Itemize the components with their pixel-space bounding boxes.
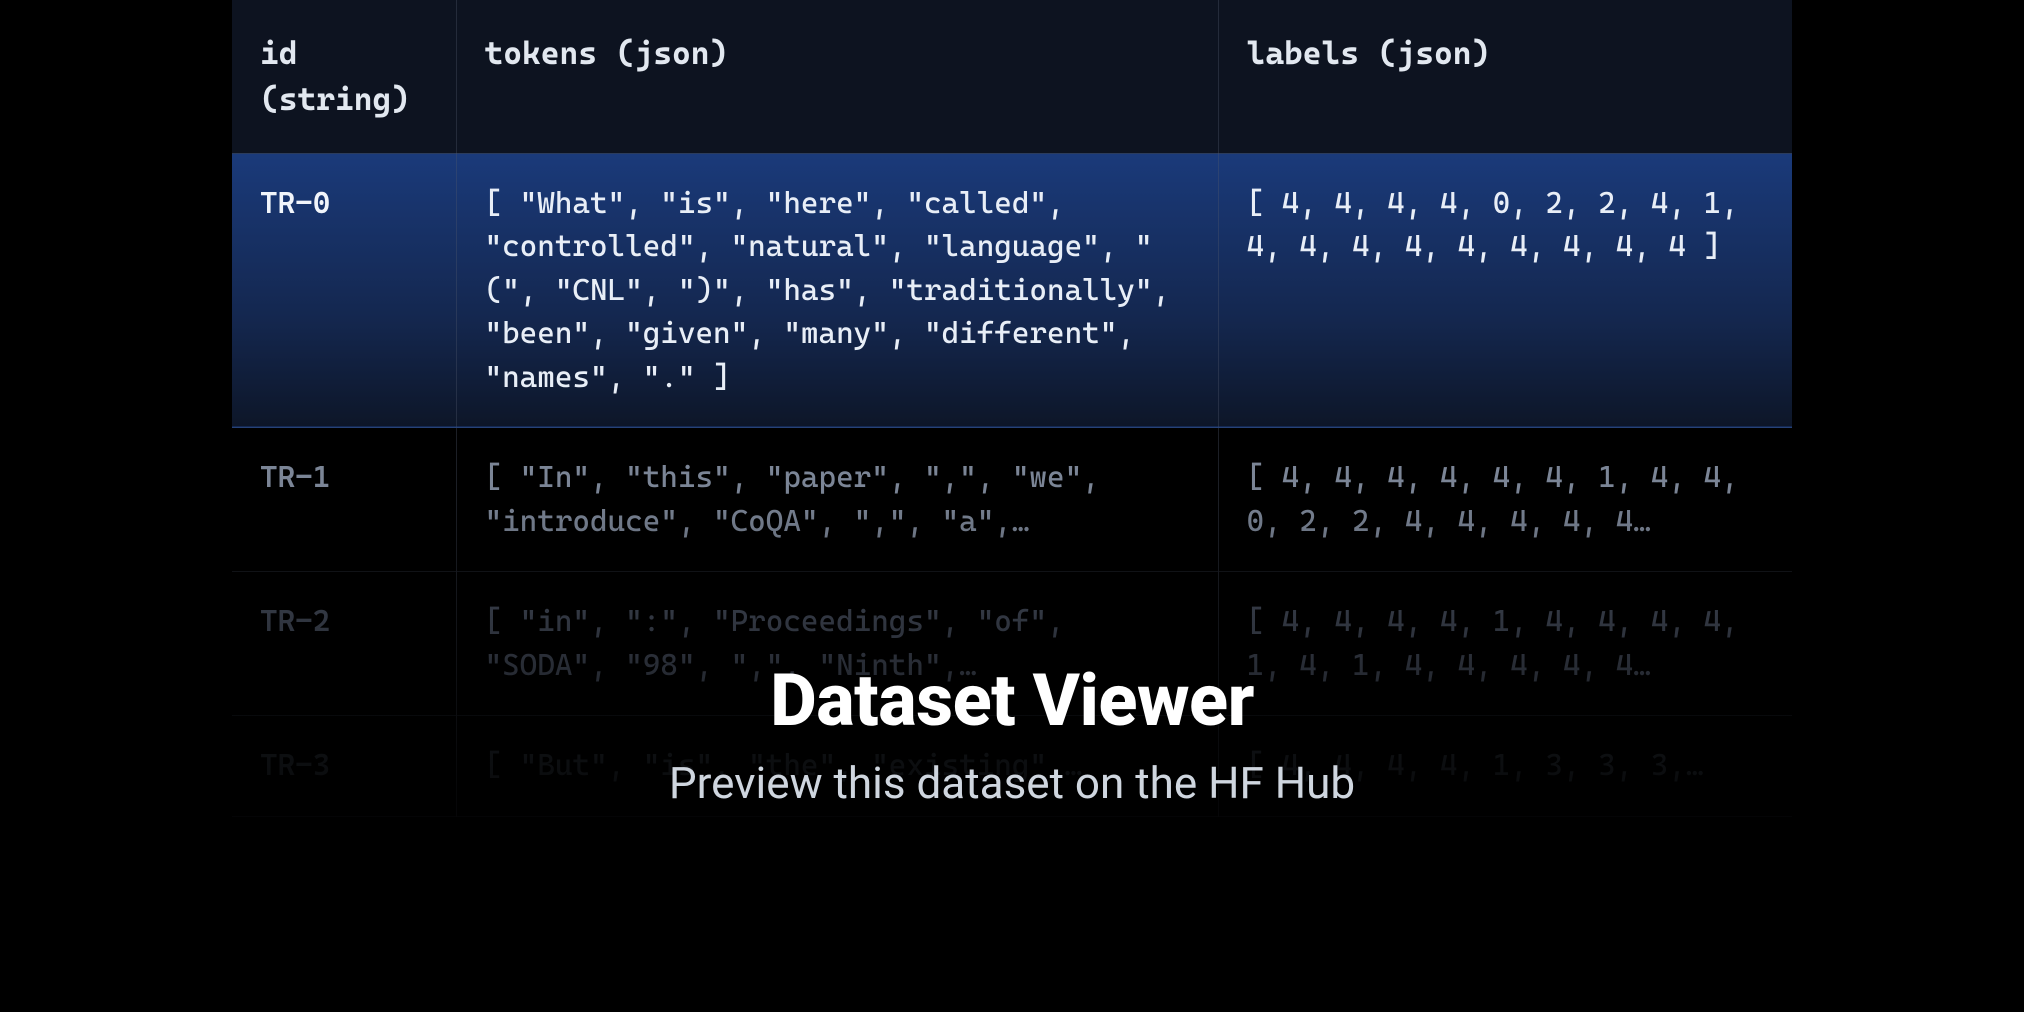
table-header-row: id (string) tokens (json) labels (json) <box>232 0 1792 153</box>
table-row[interactable]: TR-1 [ "In", "this", "paper", ",", "we",… <box>232 428 1792 572</box>
cell-labels: [ 4, 4, 4, 4, 4, 4, 1, 4, 4, 0, 2, 2, 4,… <box>1218 428 1792 572</box>
cell-labels: [ 4, 4, 4, 4, 1, 4, 4, 4, 4, 1, 4, 1, 4,… <box>1218 572 1792 716</box>
cell-labels: [ 4, 4, 4, 4, 0, 2, 2, 4, 1, 4, 4, 4, 4,… <box>1218 153 1792 428</box>
dataset-table-container: id (string) tokens (json) labels (json) … <box>232 0 1792 817</box>
cell-tokens: [ "What", "is", "here", "called", "contr… <box>456 153 1218 428</box>
dataset-table: id (string) tokens (json) labels (json) … <box>232 0 1792 817</box>
cell-tokens: [ "But", "is", "the", "existing",… <box>456 716 1218 817</box>
table-row[interactable]: TR-0 [ "What", "is", "here", "called", "… <box>232 153 1792 428</box>
table-row[interactable]: TR-3 [ "But", "is", "the", "existing",… … <box>232 716 1792 817</box>
cell-id: TR-3 <box>232 716 456 817</box>
column-header-labels[interactable]: labels (json) <box>1218 0 1792 153</box>
cell-id: TR-1 <box>232 428 456 572</box>
cell-tokens: [ "In", "this", "paper", ",", "we", "int… <box>456 428 1218 572</box>
cell-id: TR-2 <box>232 572 456 716</box>
cell-labels: [ 4, 4, 4, 4, 1, 3, 3, 3,… <box>1218 716 1792 817</box>
cell-id: TR-0 <box>232 153 456 428</box>
column-header-tokens[interactable]: tokens (json) <box>456 0 1218 153</box>
table-row[interactable]: TR-2 [ "in", ":", "Proceedings", "of", "… <box>232 572 1792 716</box>
cell-tokens: [ "in", ":", "Proceedings", "of", "SODA"… <box>456 572 1218 716</box>
column-header-id[interactable]: id (string) <box>232 0 456 153</box>
